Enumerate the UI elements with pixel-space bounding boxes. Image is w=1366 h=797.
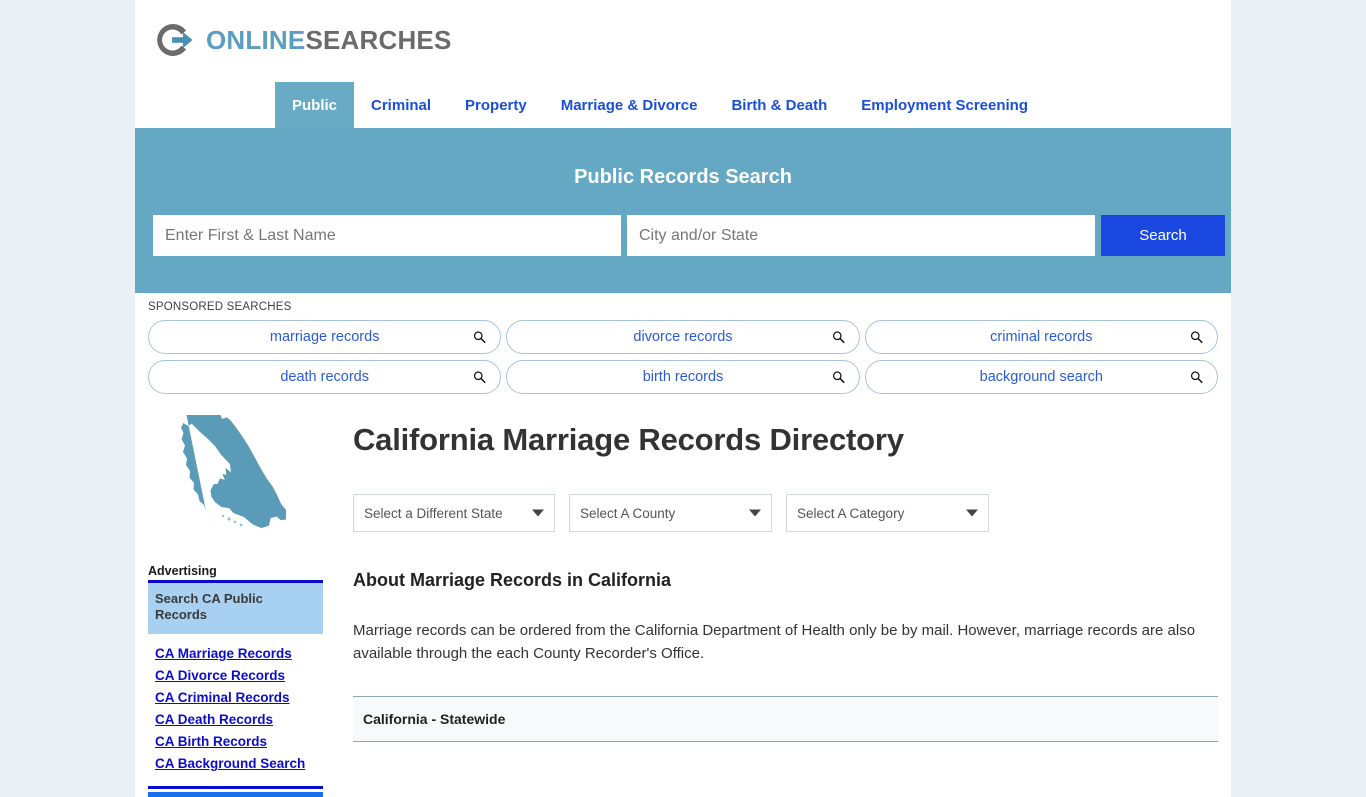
ad-box-title: Search CA Public Records xyxy=(155,591,263,622)
sponsored-chip-birth-records[interactable]: birth records xyxy=(506,360,860,394)
logo-text-online: ONLINE xyxy=(206,25,306,55)
county-select-label: Select A County xyxy=(580,505,676,521)
state-select-label: Select a Different State xyxy=(364,505,503,521)
ad-link-ca-background-search[interactable]: CA Background Search xyxy=(155,756,323,771)
ad-link-ca-criminal-records[interactable]: CA Criminal Records xyxy=(155,690,323,705)
sponsored-chip-criminal-records[interactable]: criminal records xyxy=(864,320,1218,354)
tab-criminal[interactable]: Criminal xyxy=(354,82,448,128)
tab-marriage-divorce[interactable]: Marriage & Divorce xyxy=(544,82,715,128)
search-form: Search xyxy=(153,215,1225,256)
ad-link-ca-marriage-records[interactable]: CA Marriage Records xyxy=(155,646,323,661)
chip-label: birth records xyxy=(642,369,724,385)
ad-divider xyxy=(148,786,323,790)
sponsored-chip-grid: marriage records divorce records crimina… xyxy=(148,320,1218,394)
sponsored-chip-death-records[interactable]: death records xyxy=(148,360,502,394)
statewide-row-label: California - Statewide xyxy=(363,710,506,727)
page-title: California Marriage Records Directory xyxy=(353,422,904,457)
filter-selects: Select a Different State Select A County… xyxy=(353,494,1218,532)
search-icon xyxy=(1190,371,1203,384)
page-container: ONLINESEARCHES Public Criminal Property … xyxy=(135,0,1231,797)
advertising-label: Advertising xyxy=(148,564,217,578)
logo-wordmark: ONLINESEARCHES xyxy=(206,27,452,53)
public-records-search-banner: Public Records Search Search xyxy=(135,128,1231,293)
name-search-input[interactable] xyxy=(153,215,621,256)
state-select[interactable]: Select a Different State xyxy=(353,494,555,532)
sponsored-chip-marriage-records[interactable]: marriage records xyxy=(148,320,502,354)
chevron-down-icon xyxy=(532,509,544,517)
search-button[interactable]: Search xyxy=(1101,215,1225,256)
search-icon xyxy=(832,331,845,344)
chip-label: background search xyxy=(979,369,1103,385)
search-icon xyxy=(474,371,487,384)
california-map-icon xyxy=(181,415,286,528)
sponsored-searches: SPONSORED SEARCHES marriage records divo… xyxy=(135,293,1231,400)
tab-employment-screening[interactable]: Employment Screening xyxy=(844,82,1045,128)
category-select[interactable]: Select A Category xyxy=(786,494,989,532)
county-select[interactable]: Select A County xyxy=(569,494,772,532)
ad-link-ca-death-records[interactable]: CA Death Records xyxy=(155,712,323,727)
advertising-links: CA Marriage Records CA Divorce Records C… xyxy=(148,634,323,783)
about-text: Marriage records can be ordered from the… xyxy=(353,622,1196,663)
chip-label: criminal records xyxy=(990,329,1093,345)
category-select-label: Select A Category xyxy=(797,505,905,521)
sponsored-chip-background-search[interactable]: background search xyxy=(864,360,1218,394)
circle-arrow-icon xyxy=(153,18,197,62)
site-header: ONLINESEARCHES xyxy=(135,0,1231,82)
statewide-row[interactable]: California - Statewide xyxy=(353,695,1218,742)
tab-property[interactable]: Property xyxy=(448,82,544,128)
site-logo[interactable]: ONLINESEARCHES xyxy=(153,18,452,62)
search-icon xyxy=(1190,331,1203,344)
chevron-down-icon xyxy=(749,509,761,517)
ad-link-ca-divorce-records[interactable]: CA Divorce Records xyxy=(155,668,323,683)
ad-link-ca-birth-records[interactable]: CA Birth Records xyxy=(155,734,323,749)
main-content: California Marriage Records Directory Se… xyxy=(323,408,1218,742)
city-state-search-input[interactable] xyxy=(627,215,1095,256)
main-navigation: Public Criminal Property Marriage & Divo… xyxy=(135,82,1231,128)
left-sidebar: Advertising Search CA Public Records CA … xyxy=(148,408,323,797)
chevron-down-icon xyxy=(966,509,978,517)
ad-divider-secondary xyxy=(148,792,323,797)
search-icon xyxy=(832,371,845,384)
search-icon xyxy=(474,331,487,344)
sponsored-searches-label: SPONSORED SEARCHES xyxy=(148,301,292,313)
chip-label: death records xyxy=(280,369,369,385)
tab-public[interactable]: Public xyxy=(275,82,355,128)
logo-text-searches: SEARCHES xyxy=(305,25,452,55)
sponsored-chip-divorce-records[interactable]: divorce records xyxy=(506,320,860,354)
tab-birth-death[interactable]: Birth & Death xyxy=(714,82,844,128)
chip-label: divorce records xyxy=(633,329,733,345)
hero-title: Public Records Search xyxy=(574,166,792,188)
advertising-box[interactable]: Search CA Public Records xyxy=(148,580,323,635)
content-body: Advertising Search CA Public Records CA … xyxy=(135,400,1231,797)
chip-label: marriage records xyxy=(269,329,380,345)
section-title: About Marriage Records in California xyxy=(353,570,672,590)
